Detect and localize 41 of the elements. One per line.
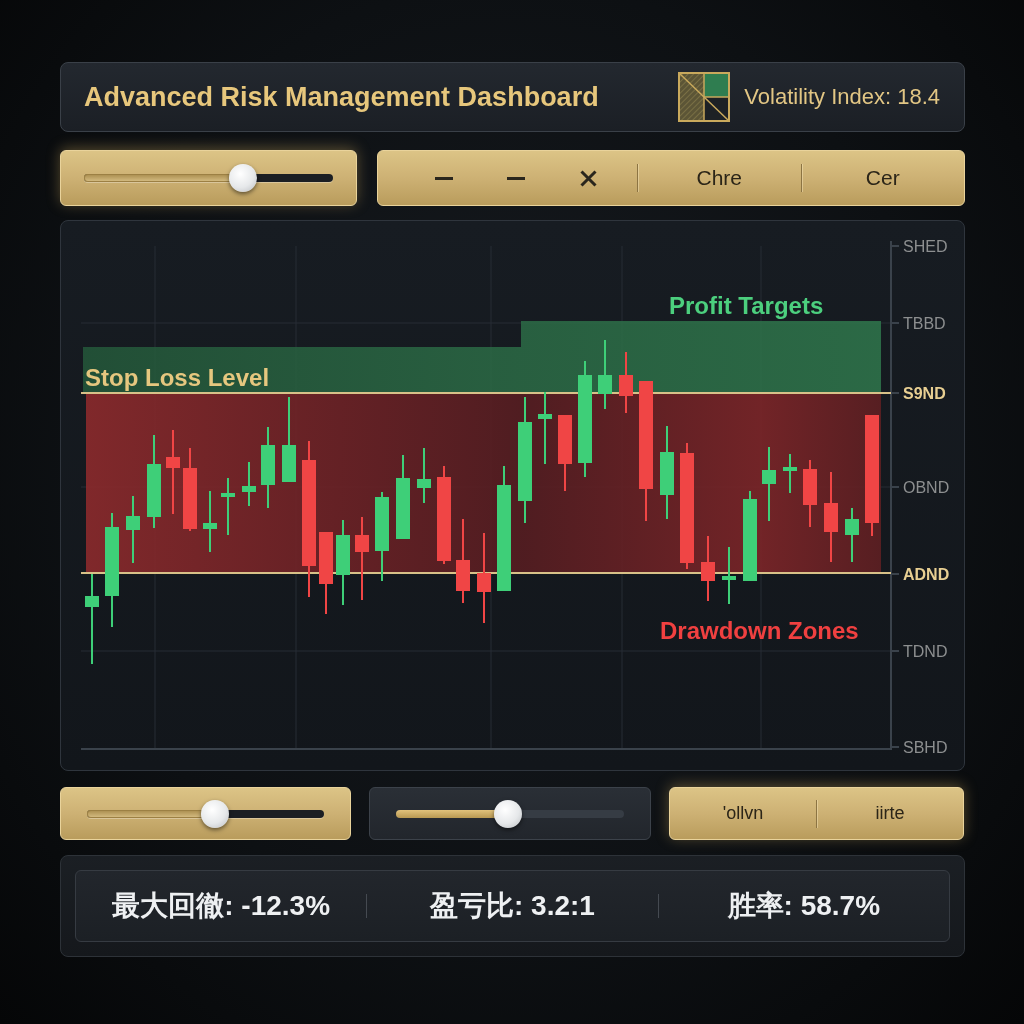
volatility-index: Volatility Index: 18.4: [744, 84, 940, 110]
bullish-candle: [417, 447, 431, 504]
quadrant-icon: [678, 72, 731, 122]
axis-label: ADND: [903, 566, 950, 583]
stat-text: 胜率: 58.7%: [727, 889, 881, 923]
bullish-candle: [722, 546, 736, 605]
axis-label: TBBD: [903, 315, 946, 332]
bearish-candle: [619, 351, 633, 414]
axis-label: SHED: [903, 238, 948, 255]
minus-icon: [435, 176, 453, 180]
bullish-candle: [242, 461, 256, 507]
axis-label: OBND: [903, 479, 950, 496]
bullish-candle: [203, 490, 217, 553]
bullish-candle: [598, 339, 612, 410]
axis-label: TDND: [903, 643, 948, 660]
axis-label: SBHD: [903, 739, 948, 756]
action-button[interactable]: 'ollvn: [670, 796, 816, 831]
drawdown-zones-label: Drawdown Zones: [660, 617, 859, 644]
slider-thumb[interactable]: [200, 799, 229, 828]
slider-track[interactable]: [84, 164, 333, 192]
bearish-candle: [701, 535, 715, 602]
action-button[interactable]: iirte: [817, 796, 963, 831]
slider-thumb[interactable]: [229, 164, 258, 192]
toolbar-button[interactable]: Cer: [801, 161, 964, 195]
slider-track[interactable]: [87, 799, 324, 828]
minus-icon: [507, 176, 525, 180]
slider-track[interactable]: [396, 799, 624, 828]
bullish-candle: [845, 507, 859, 563]
bearish-candle: [803, 459, 817, 528]
close-icon: [579, 169, 597, 187]
bullish-candle: [783, 453, 797, 494]
stat-text: 最大回徹: -12.3%: [112, 889, 331, 923]
stat-text: 盈亏比: 3.2:1: [430, 889, 595, 923]
bullish-candle: [221, 477, 235, 536]
axis-label: S9ND: [903, 385, 946, 402]
bullish-candle: [126, 495, 140, 564]
slider-thumb[interactable]: [493, 799, 522, 828]
stop-loss-label: Stop Loss Level: [85, 364, 270, 391]
toolbar-button[interactable]: Chre: [638, 161, 801, 195]
dashboard-title: Advanced Risk Management Dashboard: [84, 81, 599, 113]
profit-targets-label: Profit Targets: [669, 292, 824, 319]
